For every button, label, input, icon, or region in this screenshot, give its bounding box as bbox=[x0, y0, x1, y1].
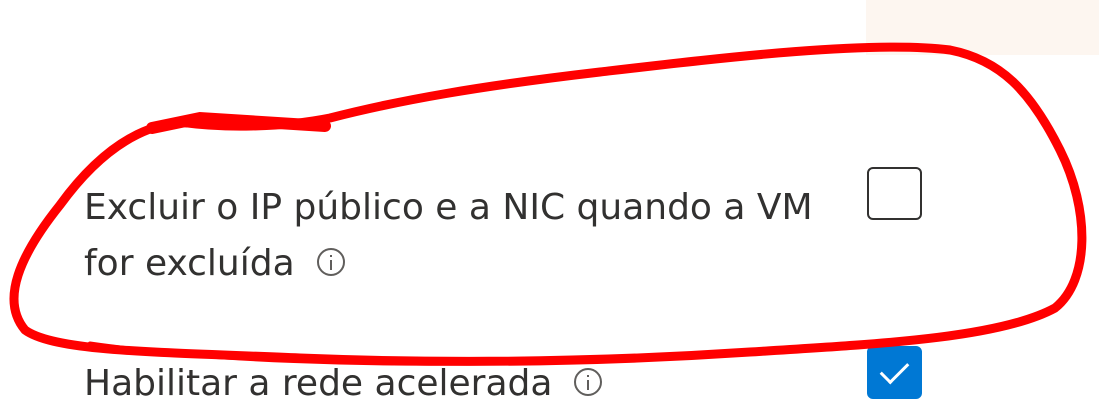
setting-label-line1: Habilitar a rede acelerada bbox=[84, 356, 603, 412]
setting-label-line2: for excluída bbox=[84, 236, 813, 292]
checkmark-icon bbox=[879, 354, 910, 385]
setting-label-line1: Excluir o IP público e a NIC quando a VM bbox=[84, 187, 813, 228]
setting-label: Habilitar a rede acelerada bbox=[84, 356, 603, 412]
setting-label-line2-text: for excluída bbox=[84, 243, 295, 284]
accelerated-networking-checkbox[interactable] bbox=[867, 346, 922, 399]
delete-ip-nic-checkbox[interactable] bbox=[867, 167, 922, 220]
info-icon[interactable] bbox=[574, 368, 603, 396]
setting-label-text: Habilitar a rede acelerada bbox=[84, 363, 553, 404]
info-icon[interactable] bbox=[316, 248, 345, 276]
corner-tint bbox=[866, 0, 1099, 55]
setting-label: Excluir o IP público e a NIC quando a VM… bbox=[84, 180, 813, 292]
